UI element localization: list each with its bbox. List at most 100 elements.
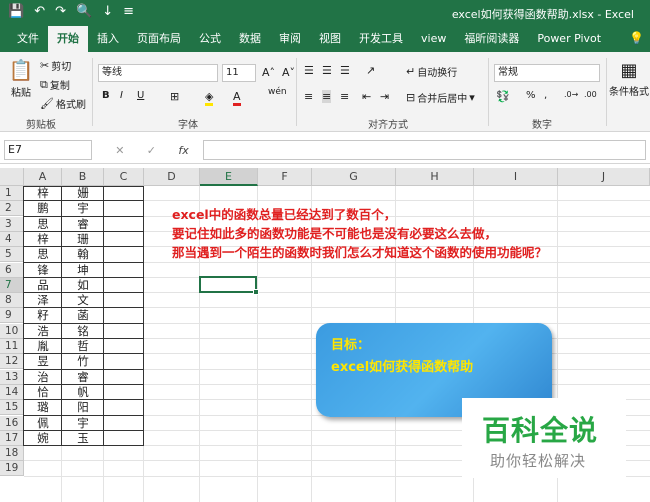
table-cell[interactable]: 阳 [62,400,104,415]
column-header[interactable]: G [312,168,396,186]
number-format-select[interactable]: 常规 [494,64,600,82]
merge-center-button[interactable]: ⊟ 合并后居中 ▾ [406,90,475,105]
table-cell[interactable]: 睿 [62,217,104,232]
comma-button[interactable]: , [544,90,547,101]
border-button[interactable]: ⊞ [170,90,179,103]
table-cell[interactable]: 昱 [24,354,62,369]
column-header[interactable]: C [104,168,144,186]
active-cell[interactable] [199,276,257,293]
orientation-button[interactable]: ↗ [366,64,375,77]
conditional-format-button[interactable]: ▦ 条件格式 [609,60,649,98]
tab-formulas[interactable]: 公式 [190,26,230,52]
table-cell[interactable]: 铭 [62,324,104,339]
row-header[interactable]: 5 [0,247,24,263]
table-cell[interactable]: 浩 [24,324,62,339]
italic-button[interactable]: I [120,90,123,101]
table-cell[interactable]: 胤 [24,339,62,354]
accounting-format-button[interactable]: 💱 [496,90,510,103]
undo-icon[interactable]: ↶ [34,4,45,20]
fill-handle[interactable] [253,289,259,295]
table-cell[interactable]: 佩 [24,416,62,431]
tab-foxit[interactable]: 福昕阅读器 [455,26,528,52]
align-right-button[interactable]: ≡ [340,90,349,103]
print-preview-icon[interactable]: 🔍 [76,4,92,20]
table-cell[interactable]: 籽 [24,308,62,323]
row-header[interactable]: 15 [0,400,24,416]
column-header[interactable]: E [200,168,258,186]
cut-button[interactable]: ✂ 剪切 [40,58,71,73]
tab-review[interactable]: 审阅 [270,26,310,52]
table-cell[interactable]: 锋 [24,263,62,278]
table-cell[interactable]: 睿 [62,370,104,385]
row-header[interactable]: 2 [0,201,24,217]
lightbulb-icon[interactable]: 💡 [629,31,644,45]
row-header[interactable]: 1 [0,186,24,201]
name-box[interactable]: E7 [4,140,92,160]
table-cell[interactable]: 翰 [62,247,104,262]
row-header[interactable]: 13 [0,369,24,385]
tab-view-en[interactable]: view [412,26,455,52]
increase-indent-button[interactable]: ⇥ [380,90,389,103]
align-left-button[interactable]: ≡ [304,90,313,103]
increase-decimal-button[interactable]: .0→ [564,90,578,99]
column-header[interactable]: J [558,168,650,186]
row-header[interactable]: 7 [0,277,24,293]
table-cell[interactable]: 菡 [62,308,104,323]
select-all-corner[interactable] [0,168,24,186]
row-header[interactable]: 17 [0,430,24,446]
decrease-indent-button[interactable]: ⇤ [362,90,371,103]
row-header[interactable]: 3 [0,216,24,232]
tab-data[interactable]: 数据 [230,26,270,52]
formula-input[interactable] [203,140,646,160]
table-cell[interactable]: 珊 [62,232,104,247]
table-cell[interactable]: 璐 [24,400,62,415]
table-cell[interactable]: 文 [62,293,104,308]
table-cell[interactable]: 治 [24,370,62,385]
font-size-select[interactable]: 11 [222,64,256,82]
enter-icon[interactable]: ✓ [147,144,156,157]
font-shrink-button[interactable]: A˅ [282,66,295,79]
table-cell[interactable]: 鹏 [24,201,62,216]
column-header[interactable]: F [258,168,312,186]
font-grow-button[interactable]: A˄ [262,66,275,79]
table-cell[interactable]: 哲 [62,339,104,354]
insert-function-button[interactable]: fx [178,144,188,157]
table-cell[interactable]: 泽 [24,293,62,308]
table-cell[interactable]: 如 [62,278,104,293]
table-cell[interactable]: 恰 [24,385,62,400]
table-cell[interactable]: 玉 [62,431,104,446]
format-painter-button[interactable]: 🖌 格式刷 [40,96,86,111]
row-header[interactable]: 4 [0,231,24,247]
table-cell[interactable]: 婉 [24,431,62,446]
row-header[interactable]: 18 [0,446,24,462]
table-cell[interactable]: 坤 [62,263,104,278]
row-header[interactable]: 16 [0,415,24,431]
tab-developer[interactable]: 开发工具 [350,26,412,52]
fill-color-button[interactable]: ◈ [205,90,214,106]
table-cell[interactable]: 梓 [24,186,62,201]
font-color-button[interactable]: A [233,90,241,106]
percent-button[interactable]: % [526,90,536,101]
tab-home[interactable]: 开始 [48,26,88,52]
paste-button[interactable]: 📋 粘贴 [8,58,34,99]
align-bottom-button[interactable]: ☰ [340,64,350,77]
decrease-decimal-button[interactable]: .00 [584,90,597,99]
phonetic-button[interactable]: wén [268,87,287,97]
align-top-button[interactable]: ☰ [304,64,314,77]
tab-insert[interactable]: 插入 [88,26,128,52]
underline-button[interactable]: U [137,90,144,101]
table-cell[interactable]: 宇 [62,201,104,216]
copy-button[interactable]: ⧉ 复制 [40,77,70,93]
table-cell[interactable]: 姗 [62,186,104,201]
row-header[interactable]: 12 [0,354,24,370]
save-icon[interactable]: 💾 [8,4,24,20]
column-header[interactable]: D [144,168,200,186]
row-header[interactable]: 6 [0,262,24,278]
align-center-button[interactable]: ≡ [322,90,332,103]
column-header[interactable]: I [474,168,558,186]
font-name-select[interactable]: 等线 [98,64,218,82]
sort-icon[interactable]: ↓ [102,4,113,20]
tab-power-pivot[interactable]: Power Pivot [528,26,610,52]
column-header[interactable]: A [24,168,62,186]
cancel-icon[interactable]: ✕ [115,144,124,157]
